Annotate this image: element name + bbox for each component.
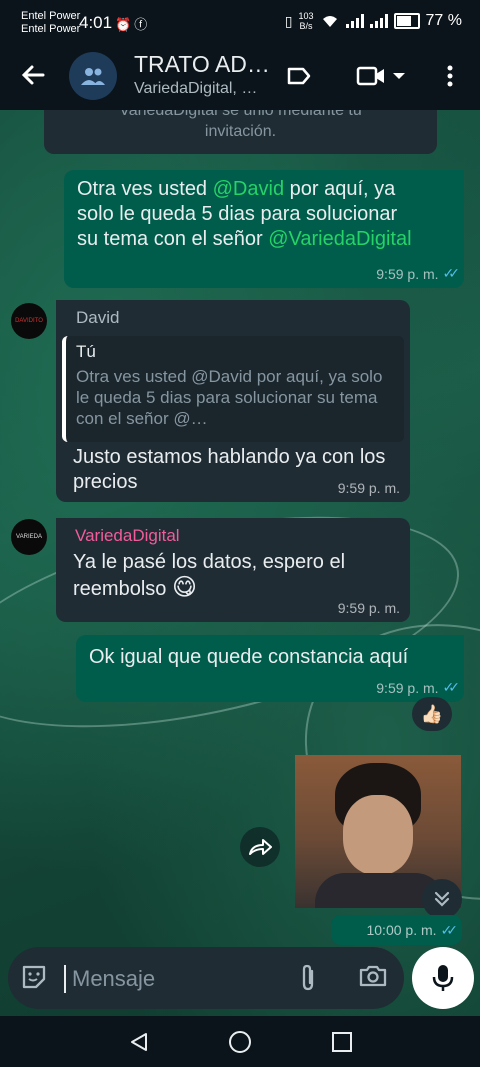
paperclip-icon: [302, 964, 314, 991]
message-meta: 9:59 p. m.: [338, 600, 400, 616]
square-recents-icon: [332, 1032, 352, 1052]
chevron-down-icon: [393, 73, 405, 79]
signal-icon: [345, 14, 364, 28]
forward-button[interactable]: [240, 827, 280, 867]
system-message: VariedaDigital se unió mediante tu invit…: [44, 110, 437, 154]
camera-icon: [359, 965, 387, 987]
message-input[interactable]: [70, 961, 294, 997]
read-ticks-icon: ✓✓: [442, 679, 461, 695]
sender-name[interactable]: VariedaDigital: [75, 526, 180, 546]
alarm-icon: ⏰: [115, 17, 135, 32]
circle-home-icon: [229, 1031, 251, 1053]
reaction-badge[interactable]: 👍🏻: [412, 697, 452, 731]
avatar-logo-text: DAVIDITO: [15, 318, 43, 324]
message-text-part: Otra ves usted: [77, 178, 213, 200]
thumbs-up-icon: 👍🏻: [420, 703, 444, 724]
read-ticks-icon: ✓✓: [440, 921, 459, 938]
avatar-david[interactable]: DAVIDITO: [11, 303, 47, 339]
double-chevron-down-icon: [434, 891, 450, 907]
arrow-left-icon: [21, 65, 45, 85]
message-time: 9:59 p. m.: [376, 679, 439, 696]
message-text: Ya le pasé los datos, espero el reembols…: [73, 550, 393, 602]
system-navigation-bar: [0, 1016, 480, 1067]
network-speed-unit: B/s: [299, 21, 313, 31]
wifi-icon: [322, 16, 337, 27]
yum-emoji-icon: 😋: [171, 574, 197, 601]
battery-level: [396, 16, 411, 26]
attach-button[interactable]: [298, 963, 324, 993]
avatar-logo-text: VARIEDA: [16, 534, 42, 540]
voice-message-button[interactable]: [412, 947, 474, 1009]
read-ticks-icon: ✓✓: [442, 265, 461, 281]
sticker-icon: [22, 965, 46, 989]
signal-icon-2: [369, 14, 388, 28]
group-avatar[interactable]: [69, 52, 117, 100]
more-options-button[interactable]: [434, 60, 466, 92]
system-message-line-2: invitación.: [204, 123, 277, 140]
quote-text: Otra ves usted @David por aquí, ya solo …: [76, 367, 383, 428]
network-speed-value: 103: [298, 11, 314, 21]
notification-icons: ⏰ⓕ: [115, 14, 150, 33]
group-icon: [81, 68, 105, 85]
camera-button[interactable]: [358, 963, 390, 993]
triangle-back-icon: [131, 1033, 147, 1051]
message-text: Ok igual que quede constancia aquí: [89, 646, 409, 668]
photo-face: [343, 795, 413, 875]
video-camera-icon: [356, 66, 384, 86]
nav-recents-button[interactable]: [327, 1027, 357, 1057]
label-icon: [287, 67, 311, 85]
back-button[interactable]: [18, 60, 48, 90]
message-meta: 9:59 p. m. ✓✓: [376, 679, 461, 696]
carrier-2: Entel Power: [21, 23, 81, 35]
vibrate-icon: ▯: [284, 12, 293, 29]
chat-title[interactable]: TRATO AD…: [134, 51, 270, 78]
network-speed: 103 B/s: [299, 11, 314, 31]
mention-link[interactable]: @David: [213, 178, 284, 200]
video-call-button[interactable]: [350, 60, 412, 92]
message-time: 9:59 p. m.: [337, 480, 400, 496]
chat-area[interactable]: VariedaDigital se unió mediante tu invit…: [0, 110, 480, 1016]
status-time: 4:01: [79, 13, 113, 32]
sender-name[interactable]: David: [76, 308, 119, 328]
emoji-button[interactable]: [20, 963, 50, 993]
message-meta: 9:59 p. m.: [338, 480, 400, 496]
quote-author: Tú: [76, 342, 96, 361]
message-text-body: Ya le pasé los datos, espero el reembols…: [73, 551, 346, 600]
incoming-message[interactable]: David Tú Otra ves usted @David por aquí,…: [56, 300, 410, 502]
outgoing-message[interactable]: Ok igual que quede constancia aquí 9:59 …: [76, 635, 464, 702]
battery-icon: [393, 13, 420, 29]
carrier-1: Entel Power: [21, 10, 81, 22]
status-right: ▯ 103 B/s 77 %: [285, 11, 462, 31]
message-composer: [8, 947, 404, 1009]
message-meta: 9:59 p. m. ✓✓: [376, 265, 461, 282]
label-button[interactable]: [283, 60, 315, 92]
facebook-icon: ⓕ: [134, 17, 151, 32]
outgoing-message[interactable]: Otra ves usted @David por aquí, ya solo …: [64, 170, 464, 288]
forward-icon: [249, 839, 272, 855]
nav-back-button[interactable]: [124, 1027, 154, 1057]
system-message-line-1: VariedaDigital se unió mediante tu: [119, 110, 362, 119]
text-caret: [64, 965, 66, 993]
message-time: 9:59 p. m.: [376, 265, 439, 282]
status-bar: Entel Power Entel Power 4:01 ⏰ⓕ ▯ 103 B/…: [0, 0, 480, 46]
battery-percent: 77 %: [425, 12, 462, 29]
chat-header: TRATO AD… VariedaDigital, …: [0, 46, 480, 110]
scroll-to-bottom-button[interactable]: [422, 879, 462, 919]
message-time: 10:00 p. m.: [366, 922, 437, 938]
more-vertical-icon: [447, 65, 453, 87]
avatar-varieda[interactable]: VARIEDA: [11, 519, 47, 555]
image-message-meta: 10:00 p. m. ✓✓: [331, 915, 462, 945]
carrier-labels: Entel Power Entel Power: [21, 10, 80, 36]
quoted-message[interactable]: Tú Otra ves usted @David por aquí, ya so…: [62, 336, 404, 442]
mention-link[interactable]: @VariedaDigital: [268, 228, 411, 250]
chat-subtitle[interactable]: VariedaDigital, …: [134, 80, 257, 98]
nav-home-button[interactable]: [225, 1027, 255, 1057]
message-text: Otra ves usted @David por aquí, ya solo …: [77, 177, 417, 252]
incoming-message[interactable]: VariedaDigital Ya le pasé los datos, esp…: [56, 518, 410, 622]
microphone-icon: [432, 965, 454, 991]
message-time: 9:59 p. m.: [337, 600, 400, 616]
